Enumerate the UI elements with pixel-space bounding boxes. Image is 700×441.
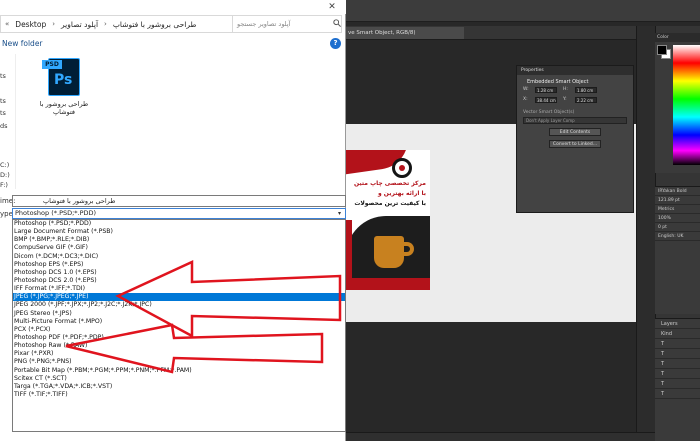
save-type-option[interactable]: Portable Bit Map (*.PBM;*.PGM;*.PPM;*.PN… xyxy=(13,367,345,375)
save-type-option[interactable]: Pixar (*.PXR) xyxy=(13,350,345,358)
nav-item[interactable]: ts xyxy=(0,109,6,117)
save-type-option[interactable]: Scitex CT (*.SCT) xyxy=(13,375,345,383)
color-tab[interactable]: Color xyxy=(655,33,700,42)
save-type-option[interactable]: Photoshop EPS (*.EPS) xyxy=(13,261,345,269)
brochure-text-line: با کیفیت ترین محصولات xyxy=(354,200,426,207)
file-name-input[interactable]: طراحی بروشور با فتوشاپ xyxy=(12,195,346,207)
breadcrumb-item[interactable]: طراحی بروشور با فتوشاپ xyxy=(113,20,197,29)
save-type-option[interactable]: BMP (*.BMP;*.RLE;*.DIB) xyxy=(13,236,345,244)
save-type-option[interactable]: Dicom (*.DCM;*.DC3;*.DIC) xyxy=(13,253,345,261)
chevron-right-icon: › xyxy=(52,20,56,28)
mug-image xyxy=(374,236,404,268)
x-label: X: xyxy=(523,97,528,102)
company-logo xyxy=(392,158,412,178)
help-button[interactable]: ? xyxy=(330,38,341,49)
width-field[interactable]: 1.28 cm xyxy=(535,87,557,93)
brochure-artwork: مرکز تخصصی چاپ متین با ارائه بهترین و با… xyxy=(346,150,430,290)
save-type-option[interactable]: Photoshop DCS 1.0 (*.EPS) xyxy=(13,269,345,277)
red-footer xyxy=(346,278,430,290)
properties-panel: Properties Embedded Smart Object W: 1.28… xyxy=(516,65,634,213)
foreground-swatch[interactable] xyxy=(657,45,667,55)
width-label: W: xyxy=(523,87,529,92)
font-size-field[interactable]: 121.89 pt xyxy=(655,196,700,205)
save-type-option[interactable]: Photoshop PDF (*.PDF;*.PDP) xyxy=(13,334,345,342)
psd-file-icon: PSD Ps xyxy=(42,58,80,96)
layer-row[interactable]: T xyxy=(655,369,700,379)
save-as-dialog: ✕ « Desktop › آپلود تصاویر › طراحی بروشو… xyxy=(0,0,346,441)
save-type-option[interactable]: Photoshop DCS 2.0 (*.EPS) xyxy=(13,277,345,285)
save-type-option[interactable]: Targa (*.TGA;*.VDA;*.ICB;*.VST) xyxy=(13,383,345,391)
x-field[interactable]: 38.44 cm xyxy=(535,97,557,103)
vector-label: Vector Smart Object(s) xyxy=(523,110,575,115)
search-input[interactable]: آپلود تصاویر جستجو xyxy=(232,15,342,33)
kerning-field[interactable]: Metrics xyxy=(655,205,700,214)
save-type-option[interactable]: TIFF (*.TIF;*.TIFF) xyxy=(13,391,345,399)
y-field[interactable]: 2.22 cm xyxy=(575,97,597,103)
color-spectrum[interactable] xyxy=(673,45,700,165)
brochure-text-line: مرکز تخصصی چاپ متین xyxy=(353,180,426,187)
properties-title: Embedded Smart Object xyxy=(527,79,589,85)
layer-row[interactable]: T xyxy=(655,389,700,399)
save-type-dropdown: Photoshop (*.PSD;*.PDD) Large Document Fo… xyxy=(12,219,346,432)
save-type-option[interactable]: PCX (*.PCX) xyxy=(13,326,345,334)
layer-comp-select[interactable]: Don't Apply Layer Comp xyxy=(523,117,627,124)
save-type-option[interactable]: CompuServe GIF (*.GIF) xyxy=(13,244,345,252)
height-field[interactable]: 1.80 cm xyxy=(575,87,597,93)
save-type-option[interactable]: Photoshop (*.PSD;*.PDD) xyxy=(13,220,345,228)
save-type-option[interactable]: PNG (*.PNG;*.PNS) xyxy=(13,358,345,366)
breadcrumb-root-chevron-icon[interactable]: « xyxy=(5,20,9,28)
save-type-option[interactable]: Large Document Format (*.PSB) xyxy=(13,228,345,236)
save-type-option[interactable]: JPEG 2000 (*.JPF;*.JPX;*.JP2;*.J2C;*.J2K… xyxy=(13,301,345,309)
chevron-down-icon[interactable]: ▾ xyxy=(338,209,341,218)
file-item[interactable]: PSD Ps طراحی بروشور با فتوشاپ xyxy=(38,58,90,116)
layer-row[interactable]: T xyxy=(655,359,700,369)
new-folder-button[interactable]: New folder xyxy=(0,35,346,53)
nav-item[interactable]: D:) xyxy=(0,171,10,179)
layers-tab[interactable]: Layers xyxy=(655,319,700,329)
save-type-value: Photoshop (*.PSD;*.PDD) xyxy=(15,209,97,217)
layers-panel: Layers Kind T T T T T T xyxy=(655,318,700,441)
scale-field[interactable]: 100% xyxy=(655,214,700,223)
language-field[interactable]: English: UK xyxy=(655,232,700,241)
breadcrumb-item[interactable]: آپلود تصاویر xyxy=(61,20,98,29)
y-label: Y: xyxy=(563,97,567,102)
nav-item[interactable]: F:) xyxy=(0,181,8,189)
document-tab[interactable]: ve Smart Object, RGB/8) xyxy=(344,27,464,39)
search-icon[interactable] xyxy=(333,19,341,27)
layer-row[interactable]: T xyxy=(655,379,700,389)
convert-linked-button[interactable]: Convert to Linked... xyxy=(549,140,601,148)
chevron-right-icon: › xyxy=(104,20,107,28)
save-type-option[interactable]: Photoshop Raw (*.RAW) xyxy=(13,342,345,350)
properties-header[interactable]: Properties xyxy=(517,66,633,75)
nav-item[interactable]: C:) xyxy=(0,161,9,169)
options-bar xyxy=(330,0,700,22)
save-type-option[interactable]: JPEG Stereo (*.JPS) xyxy=(13,310,345,318)
layer-row[interactable]: T xyxy=(655,349,700,359)
save-type-option[interactable]: JPEG (*.JPG;*.JPEG;*.JPE) xyxy=(13,293,345,302)
panel-dock-icons xyxy=(636,26,655,441)
navigation-pane: ts ts ts ds C:) D:) F:) xyxy=(0,54,16,189)
color-panel: Color xyxy=(655,33,700,173)
character-panel: IRYakan Bold 121.89 pt Metrics 100% 0 pt… xyxy=(655,186,700,314)
save-type-select[interactable]: Photoshop (*.PSD;*.PDD) ▾ xyxy=(12,208,346,219)
layer-row[interactable]: T xyxy=(655,339,700,349)
file-name: طراحی بروشور با فتوشاپ xyxy=(39,100,89,116)
baseline-field[interactable]: 0 pt xyxy=(655,223,700,232)
edit-contents-button[interactable]: Edit Contents xyxy=(549,128,601,136)
close-button[interactable]: ✕ xyxy=(318,0,346,14)
breadcrumb-item[interactable]: Desktop xyxy=(15,20,46,29)
save-type-option[interactable]: IFF Format (*.IFF;*.TDI) xyxy=(13,285,345,293)
nav-item[interactable]: ts xyxy=(0,97,6,105)
layer-kind-filter[interactable]: Kind xyxy=(655,329,700,339)
height-label: H: xyxy=(563,87,568,92)
font-family-field[interactable]: IRYakan Bold xyxy=(655,187,700,196)
nav-item[interactable]: ds xyxy=(0,122,8,130)
nav-item[interactable]: ts xyxy=(0,72,6,80)
save-type-option[interactable]: Multi-Picture Format (*.MPO) xyxy=(13,318,345,326)
brochure-text-line: با ارائه بهترین و xyxy=(377,190,426,197)
file-list: PSD Ps طراحی بروشور با فتوشاپ xyxy=(16,54,346,189)
